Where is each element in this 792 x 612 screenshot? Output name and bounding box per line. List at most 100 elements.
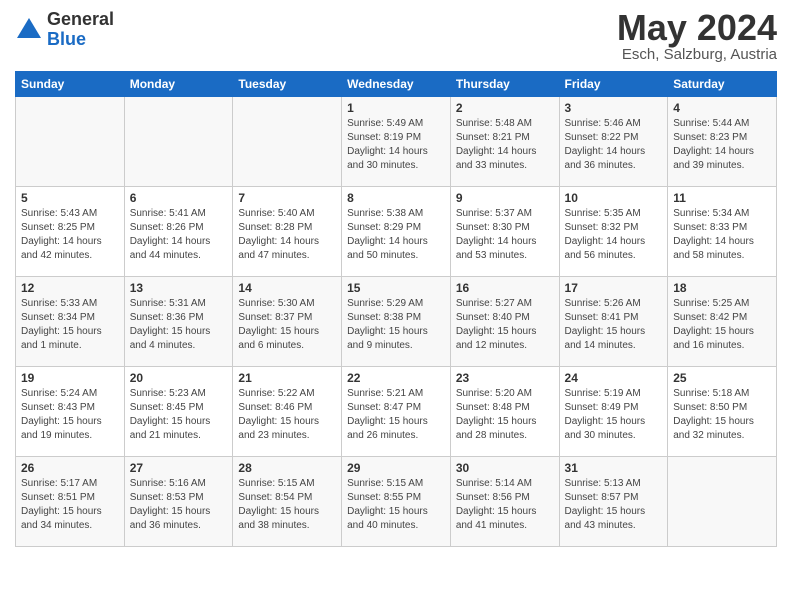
- logo-blue: Blue: [47, 29, 86, 49]
- day-info: Sunrise: 5:14 AM Sunset: 8:56 PM Dayligh…: [456, 477, 554, 533]
- day-info: Sunrise: 5:24 AM Sunset: 8:43 PM Dayligh…: [21, 387, 119, 443]
- calendar-cell: [16, 97, 125, 187]
- logo-general: General: [47, 9, 114, 29]
- calendar-header-row: SundayMondayTuesdayWednesdayThursdayFrid…: [16, 72, 777, 97]
- day-number: 3: [565, 101, 663, 115]
- day-info: Sunrise: 5:31 AM Sunset: 8:36 PM Dayligh…: [130, 297, 228, 353]
- day-number: 11: [673, 191, 771, 205]
- day-number: 12: [21, 281, 119, 295]
- day-number: 4: [673, 101, 771, 115]
- day-number: 2: [456, 101, 554, 115]
- calendar-cell: [233, 97, 342, 187]
- day-number: 25: [673, 371, 771, 385]
- day-number: 22: [347, 371, 445, 385]
- day-info: Sunrise: 5:13 AM Sunset: 8:57 PM Dayligh…: [565, 477, 663, 533]
- day-number: 7: [238, 191, 336, 205]
- calendar-cell: 3 Sunrise: 5:46 AM Sunset: 8:22 PM Daylig…: [559, 97, 668, 187]
- day-info: Sunrise: 5:17 AM Sunset: 8:51 PM Dayligh…: [21, 477, 119, 533]
- day-number: 14: [238, 281, 336, 295]
- day-number: 18: [673, 281, 771, 295]
- day-number: 21: [238, 371, 336, 385]
- day-number: 5: [21, 191, 119, 205]
- header-tuesday: Tuesday: [233, 72, 342, 97]
- calendar-cell: 14 Sunrise: 5:30 AM Sunset: 8:37 PM Dayli…: [233, 277, 342, 367]
- day-info: Sunrise: 5:49 AM Sunset: 8:19 PM Dayligh…: [347, 117, 445, 173]
- calendar-cell: 25 Sunrise: 5:18 AM Sunset: 8:50 PM Dayli…: [668, 367, 777, 457]
- day-number: 26: [21, 461, 119, 475]
- day-info: Sunrise: 5:20 AM Sunset: 8:48 PM Dayligh…: [456, 387, 554, 443]
- day-info: Sunrise: 5:43 AM Sunset: 8:25 PM Dayligh…: [21, 207, 119, 263]
- day-number: 24: [565, 371, 663, 385]
- calendar-cell: 24Sunrise: 5:19 AM Sunset: 8:49 PM Dayli…: [559, 367, 668, 457]
- header-friday: Friday: [559, 72, 668, 97]
- day-info: Sunrise: 5:27 AM Sunset: 8:40 PM Dayligh…: [456, 297, 554, 353]
- day-number: 8: [347, 191, 445, 205]
- calendar-cell: 11Sunrise: 5:34 AM Sunset: 8:33 PM Dayli…: [668, 187, 777, 277]
- calendar-table: SundayMondayTuesdayWednesdayThursdayFrid…: [15, 71, 777, 547]
- day-info: Sunrise: 5:35 AM Sunset: 8:32 PM Dayligh…: [565, 207, 663, 263]
- calendar-cell: 26 Sunrise: 5:17 AM Sunset: 8:51 PM Dayli…: [16, 457, 125, 547]
- day-info: Sunrise: 5:37 AM Sunset: 8:30 PM Dayligh…: [456, 207, 554, 263]
- calendar-cell: 6 Sunrise: 5:41 AM Sunset: 8:26 PM Daylig…: [124, 187, 233, 277]
- day-number: 30: [456, 461, 554, 475]
- calendar-cell: 7 Sunrise: 5:40 AM Sunset: 8:28 PM Daylig…: [233, 187, 342, 277]
- day-info: Sunrise: 5:40 AM Sunset: 8:28 PM Dayligh…: [238, 207, 336, 263]
- day-number: 15: [347, 281, 445, 295]
- calendar-cell: [124, 97, 233, 187]
- day-number: 6: [130, 191, 228, 205]
- day-number: 16: [456, 281, 554, 295]
- logo-icon: [15, 16, 43, 44]
- day-number: 1: [347, 101, 445, 115]
- calendar-cell: 12 Sunrise: 5:33 AM Sunset: 8:34 PM Dayli…: [16, 277, 125, 367]
- day-info: Sunrise: 5:38 AM Sunset: 8:29 PM Dayligh…: [347, 207, 445, 263]
- day-info: Sunrise: 5:15 AM Sunset: 8:54 PM Dayligh…: [238, 477, 336, 533]
- calendar-cell: [668, 457, 777, 547]
- calendar-cell: 18 Sunrise: 5:25 AM Sunset: 8:42 PM Dayli…: [668, 277, 777, 367]
- day-info: Sunrise: 5:41 AM Sunset: 8:26 PM Dayligh…: [130, 207, 228, 263]
- day-info: Sunrise: 5:25 AM Sunset: 8:42 PM Dayligh…: [673, 297, 771, 353]
- calendar-cell: 8 Sunrise: 5:38 AM Sunset: 8:29 PM Daylig…: [342, 187, 451, 277]
- day-info: Sunrise: 5:29 AM Sunset: 8:38 PM Dayligh…: [347, 297, 445, 353]
- calendar-cell: 30 Sunrise: 5:14 AM Sunset: 8:56 PM Dayli…: [450, 457, 559, 547]
- calendar-cell: 9 Sunrise: 5:37 AM Sunset: 8:30 PM Daylig…: [450, 187, 559, 277]
- day-number: 20: [130, 371, 228, 385]
- calendar-cell: 4Sunrise: 5:44 AM Sunset: 8:23 PM Daylig…: [668, 97, 777, 187]
- day-info: Sunrise: 5:18 AM Sunset: 8:50 PM Dayligh…: [673, 387, 771, 443]
- calendar-week-3: 12 Sunrise: 5:33 AM Sunset: 8:34 PM Dayli…: [16, 277, 777, 367]
- day-info: Sunrise: 5:15 AM Sunset: 8:55 PM Dayligh…: [347, 477, 445, 533]
- calendar-cell: 10Sunrise: 5:35 AM Sunset: 8:32 PM Dayli…: [559, 187, 668, 277]
- header-wednesday: Wednesday: [342, 72, 451, 97]
- day-info: Sunrise: 5:33 AM Sunset: 8:34 PM Dayligh…: [21, 297, 119, 353]
- day-number: 31: [565, 461, 663, 475]
- day-info: Sunrise: 5:23 AM Sunset: 8:45 PM Dayligh…: [130, 387, 228, 443]
- day-number: 27: [130, 461, 228, 475]
- day-number: 17: [565, 281, 663, 295]
- calendar-week-2: 5 Sunrise: 5:43 AM Sunset: 8:25 PM Daylig…: [16, 187, 777, 277]
- calendar-cell: 2 Sunrise: 5:48 AM Sunset: 8:21 PM Daylig…: [450, 97, 559, 187]
- day-number: 9: [456, 191, 554, 205]
- calendar-cell: 15 Sunrise: 5:29 AM Sunset: 8:38 PM Dayli…: [342, 277, 451, 367]
- day-info: Sunrise: 5:48 AM Sunset: 8:21 PM Dayligh…: [456, 117, 554, 173]
- calendar-cell: 13Sunrise: 5:31 AM Sunset: 8:36 PM Dayli…: [124, 277, 233, 367]
- day-info: Sunrise: 5:16 AM Sunset: 8:53 PM Dayligh…: [130, 477, 228, 533]
- header-thursday: Thursday: [450, 72, 559, 97]
- day-info: Sunrise: 5:30 AM Sunset: 8:37 PM Dayligh…: [238, 297, 336, 353]
- month-title: May 2024: [617, 10, 777, 46]
- location-subtitle: Esch, Salzburg, Austria: [617, 46, 777, 63]
- calendar-cell: 22Sunrise: 5:21 AM Sunset: 8:47 PM Dayli…: [342, 367, 451, 457]
- calendar-cell: 23 Sunrise: 5:20 AM Sunset: 8:48 PM Dayli…: [450, 367, 559, 457]
- day-info: Sunrise: 5:26 AM Sunset: 8:41 PM Dayligh…: [565, 297, 663, 353]
- calendar-cell: 29Sunrise: 5:15 AM Sunset: 8:55 PM Dayli…: [342, 457, 451, 547]
- calendar-cell: 1 Sunrise: 5:49 AM Sunset: 8:19 PM Daylig…: [342, 97, 451, 187]
- calendar-cell: 31 Sunrise: 5:13 AM Sunset: 8:57 PM Dayli…: [559, 457, 668, 547]
- day-number: 19: [21, 371, 119, 385]
- calendar-cell: 17 Sunrise: 5:26 AM Sunset: 8:41 PM Dayli…: [559, 277, 668, 367]
- calendar-week-1: 1 Sunrise: 5:49 AM Sunset: 8:19 PM Daylig…: [16, 97, 777, 187]
- day-number: 23: [456, 371, 554, 385]
- calendar-cell: 16 Sunrise: 5:27 AM Sunset: 8:40 PM Dayli…: [450, 277, 559, 367]
- day-info: Sunrise: 5:46 AM Sunset: 8:22 PM Dayligh…: [565, 117, 663, 173]
- calendar-cell: 20 Sunrise: 5:23 AM Sunset: 8:45 PM Dayli…: [124, 367, 233, 457]
- calendar-cell: 19 Sunrise: 5:24 AM Sunset: 8:43 PM Dayli…: [16, 367, 125, 457]
- day-info: Sunrise: 5:22 AM Sunset: 8:46 PM Dayligh…: [238, 387, 336, 443]
- calendar-cell: 21 Sunrise: 5:22 AM Sunset: 8:46 PM Dayli…: [233, 367, 342, 457]
